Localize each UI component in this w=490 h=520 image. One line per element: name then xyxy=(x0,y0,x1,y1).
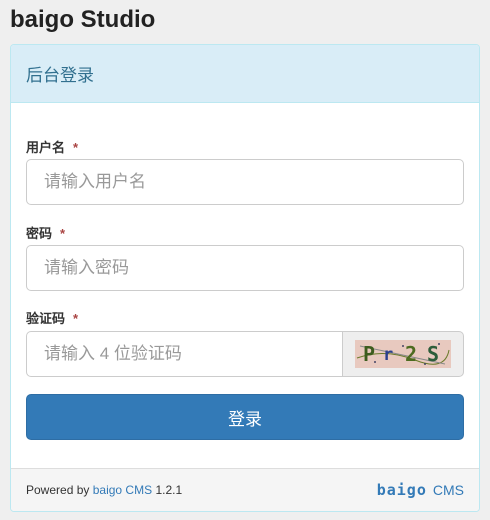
password-label: 密码 * xyxy=(26,223,65,242)
powered-by-text: Powered by xyxy=(26,483,90,497)
version-text: 1.2.1 xyxy=(155,483,183,497)
captcha-input[interactable] xyxy=(26,331,343,377)
password-input[interactable] xyxy=(26,245,464,291)
login-panel: 后台登录 用户名 * 密码 * 验证码 * xyxy=(10,44,480,512)
captcha-char: P xyxy=(363,342,376,366)
username-input[interactable] xyxy=(26,159,464,205)
panel-title: 后台登录 xyxy=(26,66,94,85)
baigo-cms-logo[interactable]: baigo CMS xyxy=(377,481,464,499)
password-label-text: 密码 xyxy=(26,226,53,241)
panel-heading: 后台登录 xyxy=(11,45,479,103)
captcha-char: r xyxy=(383,345,394,365)
required-mark: * xyxy=(73,140,79,155)
required-mark: * xyxy=(73,311,79,326)
captcha-char: S xyxy=(427,342,440,366)
logo-text: baigo xyxy=(376,481,427,499)
login-form: 用户名 * 密码 * 验证码 * xyxy=(11,103,479,469)
powered-by: Powered by baigo CMS 1.2.1 xyxy=(26,483,182,497)
baigo-cms-link[interactable]: baigo CMS xyxy=(93,483,152,497)
logo-cms-text: CMS xyxy=(432,482,464,498)
captcha-image-button[interactable]: P r 2 S xyxy=(342,331,464,377)
captcha-group: P r 2 S xyxy=(26,331,464,377)
panel-footer: Powered by baigo CMS 1.2.1 baigo CMS xyxy=(11,468,479,511)
captcha-label-text: 验证码 xyxy=(26,311,66,326)
required-mark: * xyxy=(60,226,66,241)
captcha-image: P r 2 S xyxy=(355,340,451,368)
login-button[interactable]: 登录 xyxy=(26,394,464,440)
brand-title: baigo Studio xyxy=(10,6,156,33)
username-label-text: 用户名 xyxy=(26,140,66,155)
captcha-char: 2 xyxy=(405,342,418,366)
username-label: 用户名 * xyxy=(26,137,78,156)
captcha-label: 验证码 * xyxy=(26,308,78,327)
